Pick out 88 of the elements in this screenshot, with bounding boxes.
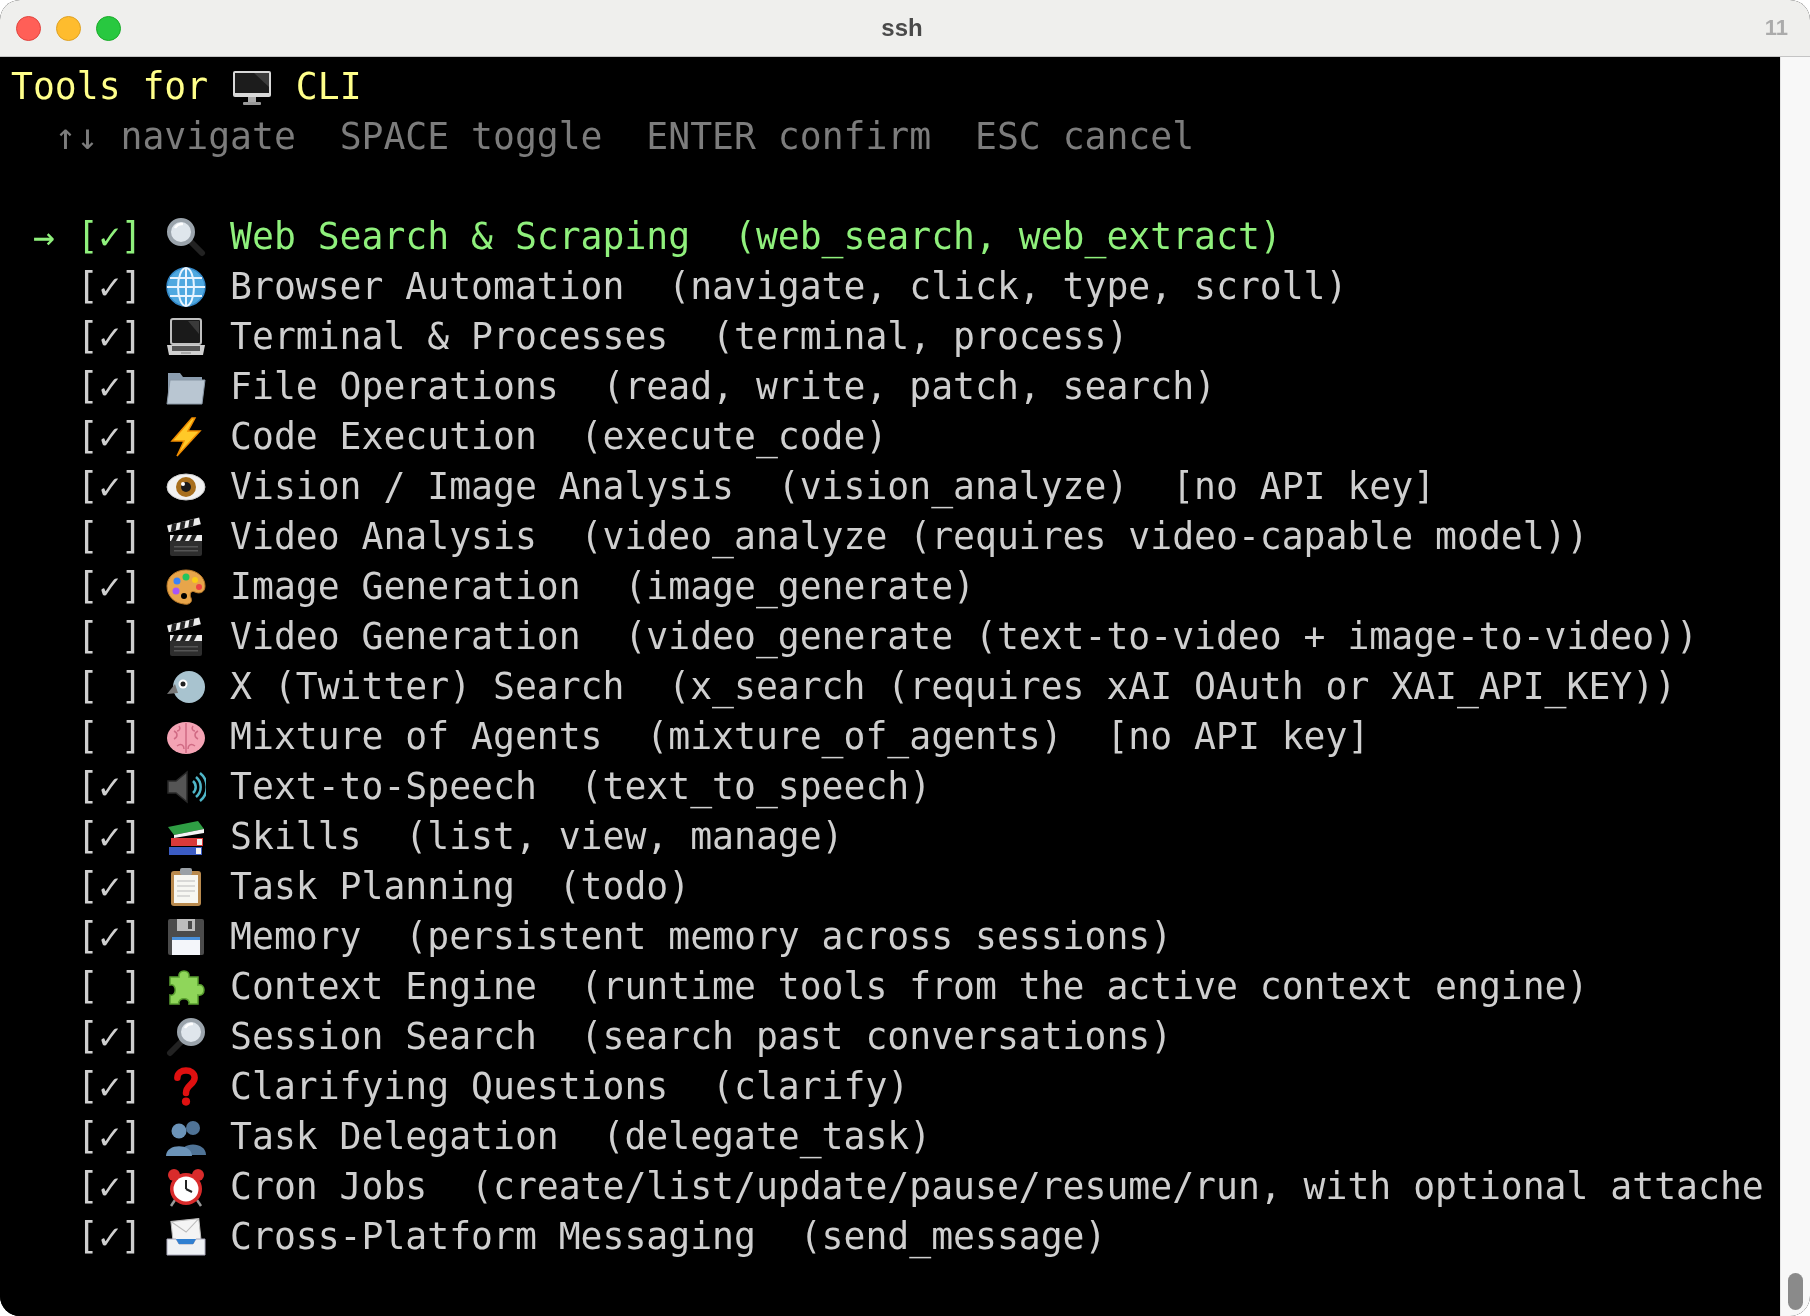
globe-icon bbox=[166, 267, 207, 307]
tool-name: Cron Jobs bbox=[230, 1165, 428, 1209]
envelope-icon bbox=[166, 1217, 207, 1257]
checkbox[interactable]: [ ] bbox=[76, 615, 143, 659]
api-key-warning: [no API key] bbox=[1172, 465, 1436, 509]
checkbox[interactable]: [ ] bbox=[76, 715, 143, 759]
key-hint: ESC cancel bbox=[975, 115, 1195, 159]
tool-name: Task Delegation bbox=[230, 1115, 559, 1159]
tool-name: Memory bbox=[230, 915, 362, 959]
tool-list: (web_search, web_extract) bbox=[733, 215, 1282, 259]
tool-list: (video_analyze (requires video-capable model)) bbox=[580, 515, 1589, 559]
heading-text: CLI bbox=[295, 65, 362, 109]
alarm-clock-icon bbox=[166, 1167, 207, 1207]
close-button[interactable] bbox=[16, 15, 41, 41]
checkbox[interactable]: [✓] bbox=[76, 365, 143, 409]
tool-list: (list, view, manage) bbox=[405, 815, 844, 859]
tool-list: (todo) bbox=[558, 865, 691, 909]
checkbox[interactable]: [✓] bbox=[76, 1215, 143, 1259]
checkbox[interactable]: [ ] bbox=[76, 965, 143, 1009]
tool-name: Video Generation bbox=[230, 615, 581, 659]
tool-name: Clarifying Questions bbox=[230, 1065, 669, 1109]
minimize-button[interactable] bbox=[56, 15, 81, 41]
tool-list: (terminal, process) bbox=[712, 315, 1129, 359]
window-number: 11 bbox=[1764, 15, 1788, 41]
checkbox[interactable]: [✓] bbox=[76, 765, 143, 809]
tool-name: Browser Automation bbox=[230, 265, 625, 309]
cursor-arrow: → bbox=[32, 215, 55, 259]
tool-name: Context Engine bbox=[230, 965, 537, 1009]
tool-name: Terminal & Processes bbox=[230, 315, 669, 359]
checkbox[interactable]: [✓] bbox=[76, 1165, 143, 1209]
tool-list: (send_message) bbox=[799, 1215, 1107, 1259]
tool-list: (mixture_of_agents) bbox=[646, 715, 1063, 759]
checkbox[interactable]: [✓] bbox=[76, 1115, 143, 1159]
checkbox[interactable]: [✓] bbox=[76, 215, 143, 259]
key-hint: ENTER confirm bbox=[646, 115, 932, 159]
tool-name: Task Planning bbox=[230, 865, 515, 909]
heading-text: Tools for bbox=[11, 65, 209, 109]
checkbox[interactable]: [✓] bbox=[76, 915, 143, 959]
tool-list: (x_search (requires xAI OAuth or XAI_API_KEY)) bbox=[668, 665, 1677, 709]
tool-list: (vision_analyze) bbox=[777, 465, 1129, 509]
tool-name: Vision / Image Analysis bbox=[230, 465, 734, 509]
tool-list: (create/list/update/pause/resume/run, with optional attache bbox=[471, 1165, 1764, 1209]
tool-list: (search past conversations) bbox=[580, 1015, 1173, 1059]
checkbox[interactable]: [✓] bbox=[76, 1065, 143, 1109]
window-title: ssh bbox=[881, 14, 923, 42]
tool-list: (text_to_speech) bbox=[580, 765, 932, 809]
search-icon bbox=[166, 217, 207, 257]
laptop-icon bbox=[166, 317, 207, 357]
checkbox[interactable]: [✓] bbox=[76, 1015, 143, 1059]
checkbox[interactable]: [✓] bbox=[76, 815, 143, 859]
tool-list: (video_generate (text-to-video + image-to-video)) bbox=[624, 615, 1698, 659]
tool-list: (execute_code) bbox=[580, 415, 888, 459]
tool-name: Mixture of Agents bbox=[230, 715, 603, 759]
tool-name: X (Twitter) Search bbox=[230, 665, 625, 709]
tool-list: (read, write, patch, search) bbox=[602, 365, 1216, 409]
tool-name: Code Execution bbox=[230, 415, 537, 459]
key-hint: ↑↓ navigate bbox=[54, 115, 296, 159]
tool-list: (image_generate) bbox=[624, 565, 975, 609]
api-key-warning: [no API key] bbox=[1106, 715, 1370, 759]
palette-icon bbox=[166, 567, 207, 607]
checkbox[interactable]: [✓] bbox=[76, 265, 143, 309]
checkbox[interactable]: [ ] bbox=[76, 515, 143, 559]
tool-name: Session Search bbox=[230, 1015, 537, 1059]
puzzle-piece-icon bbox=[166, 967, 207, 1007]
tool-name: Video Analysis bbox=[230, 515, 537, 559]
tool-list: (navigate, click, type, scroll) bbox=[668, 265, 1348, 309]
tool-name: Web Search & Scraping bbox=[230, 215, 691, 259]
tool-name: Skills bbox=[230, 815, 362, 859]
zoom-button[interactable] bbox=[96, 15, 121, 41]
checkbox[interactable]: [✓] bbox=[76, 865, 143, 909]
checkbox[interactable]: [✓] bbox=[76, 465, 143, 509]
tool-name: Cross-Platform Messaging bbox=[230, 1215, 756, 1259]
tool-list: (delegate_task) bbox=[602, 1115, 932, 1159]
checkbox[interactable]: [ ] bbox=[76, 665, 143, 709]
checkbox[interactable]: [✓] bbox=[76, 415, 143, 459]
tool-name: Image Generation bbox=[230, 565, 581, 609]
scrollbar-thumb[interactable] bbox=[1788, 1273, 1803, 1310]
tool-list: (clarify) bbox=[712, 1065, 910, 1109]
key-hint: SPACE toggle bbox=[339, 115, 603, 159]
tool-list: (persistent memory across sessions) bbox=[405, 915, 1173, 959]
tool-list: (runtime tools from the active context engine) bbox=[580, 965, 1589, 1009]
checkbox[interactable]: [✓] bbox=[76, 315, 143, 359]
tool-name: Text-to-Speech bbox=[230, 765, 537, 809]
question-mark-icon bbox=[173, 1067, 200, 1107]
checkbox[interactable]: [✓] bbox=[76, 565, 143, 609]
scrollbar-track[interactable] bbox=[1780, 57, 1810, 1316]
search-icon bbox=[166, 1017, 207, 1057]
tool-name: File Operations bbox=[230, 365, 559, 409]
